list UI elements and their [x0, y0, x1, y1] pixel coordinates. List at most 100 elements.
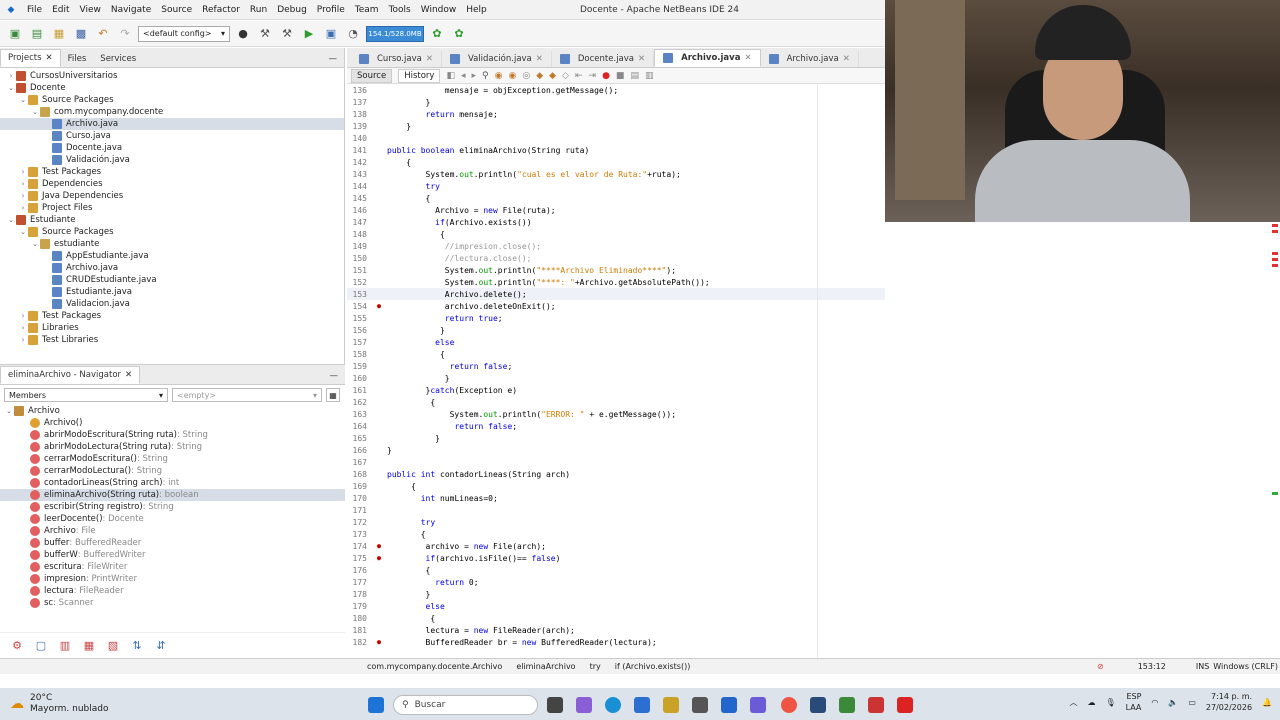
task-view-icon[interactable]: [547, 697, 563, 713]
config-select[interactable]: <default config> ▾: [138, 25, 230, 42]
navigator-member[interactable]: leerDocente() : Docente: [0, 513, 345, 525]
prev-bookmark-icon[interactable]: ◆: [536, 71, 543, 81]
collapse-icon[interactable]: ⌄: [18, 96, 28, 104]
battery-icon[interactable]: ▭: [1188, 698, 1196, 707]
find-prev-icon[interactable]: ◉: [495, 71, 503, 81]
expand-icon[interactable]: ›: [18, 324, 28, 332]
expand-icon[interactable]: ›: [18, 336, 28, 344]
vscode-icon[interactable]: [810, 697, 826, 713]
filter-inner-icon[interactable]: ▦: [80, 637, 98, 655]
new-project-icon[interactable]: ▣: [6, 25, 24, 43]
code-line[interactable]: 158 {: [347, 348, 885, 360]
tree-item[interactable]: Estudiante.java: [0, 286, 344, 298]
gc-icon-2[interactable]: ✿: [450, 25, 468, 43]
code-line[interactable]: 171: [347, 504, 885, 516]
code-line[interactable]: 139 }: [347, 120, 885, 132]
code-line[interactable]: 178 }: [347, 588, 885, 600]
tree-item[interactable]: › Test Packages: [0, 166, 344, 178]
memory-indicator[interactable]: 154.1/528.0MB: [366, 25, 424, 42]
code-line[interactable]: 176 {: [347, 564, 885, 576]
members-select[interactable]: Members ▾: [4, 388, 168, 402]
code-line[interactable]: 168 public int contadorLineas(String arch…: [347, 468, 885, 480]
menu-profile[interactable]: Profile: [312, 5, 350, 15]
code-line[interactable]: 160 }: [347, 372, 885, 384]
navigator-member[interactable]: escribir(String registro) : String: [0, 501, 345, 513]
code-line[interactable]: 143 System.out.println("cual es el valor…: [347, 168, 885, 180]
chevron-up-icon[interactable]: ︿: [1069, 697, 1077, 708]
code-line[interactable]: 182 ● BufferedReader br = new BufferedRea…: [347, 636, 885, 648]
back-icon[interactable]: ◂: [461, 71, 466, 81]
navigator-member[interactable]: cerrarModoLectura() : String: [0, 465, 345, 477]
collapse-icon[interactable]: ⌄: [6, 216, 16, 224]
editor-tab[interactable]: Archivo.java ✕: [761, 51, 859, 67]
toggle-bookmark-icon[interactable]: ◇: [562, 71, 569, 81]
undo-icon[interactable]: ↶: [94, 25, 112, 43]
cloud-icon[interactable]: ☁: [1087, 698, 1095, 707]
tab-files[interactable]: Files: [61, 51, 94, 67]
menu-file[interactable]: File: [22, 5, 47, 15]
close-icon[interactable]: ✕: [46, 53, 53, 63]
code-line[interactable]: 169 {: [347, 480, 885, 492]
sort-source-icon[interactable]: ⇵: [152, 637, 170, 655]
edge-icon[interactable]: [605, 697, 621, 713]
menu-refactor[interactable]: Refactor: [197, 5, 245, 15]
start-icon[interactable]: [368, 697, 384, 713]
expand-icon[interactable]: ›: [18, 204, 28, 212]
language-indicator[interactable]: ESP LAA: [1126, 691, 1142, 713]
breadcrumb-item[interactable]: eliminaArchivo: [516, 662, 575, 671]
breadcrumb-item[interactable]: if (Archivo.exists()): [615, 662, 691, 671]
clean-build-icon[interactable]: ⚒: [278, 25, 296, 43]
filter-fields-icon[interactable]: ⚙: [8, 637, 26, 655]
close-icon[interactable]: ✕: [638, 54, 645, 64]
code-line[interactable]: 166}: [347, 444, 885, 456]
code-line[interactable]: 179 else: [347, 600, 885, 612]
notifications-icon[interactable]: 🔔: [1262, 698, 1272, 707]
editor-tab[interactable]: Archivo.java ✕: [654, 49, 761, 67]
menu-help[interactable]: Help: [461, 5, 492, 15]
minimize-icon[interactable]: —: [323, 368, 346, 384]
filter-nonpublic-icon[interactable]: ▥: [56, 637, 74, 655]
code-line[interactable]: 157 else: [347, 336, 885, 348]
menu-edit[interactable]: Edit: [47, 5, 74, 15]
error-bulb-icon[interactable]: ●: [371, 638, 387, 646]
code-line[interactable]: 167: [347, 456, 885, 468]
code-line[interactable]: 148 {: [347, 228, 885, 240]
file-explorer-icon[interactable]: [663, 697, 679, 713]
last-edit-icon[interactable]: ◧: [446, 71, 455, 81]
code-line[interactable]: 180 {: [347, 612, 885, 624]
code-line[interactable]: 154 ● archivo.deleteOnExit();: [347, 300, 885, 312]
volume-icon[interactable]: 🔈: [1168, 698, 1178, 707]
navigator-root[interactable]: ⌄ Archivo: [0, 405, 345, 417]
tree-item[interactable]: Curso.java: [0, 130, 344, 142]
weather-widget[interactable]: ☁ 20°C Mayorm. nublado: [0, 693, 200, 715]
tree-item[interactable]: › Project Files: [0, 202, 344, 214]
code-line[interactable]: 150 //lectura.close();: [347, 252, 885, 264]
shift-left-icon[interactable]: ⇤: [575, 71, 583, 81]
code-line[interactable]: 170 int numLineas=0;: [347, 492, 885, 504]
sort-icon[interactable]: ⇅: [128, 637, 146, 655]
clock[interactable]: 7:14 p. m. 27/02/2026: [1206, 691, 1252, 713]
code-line[interactable]: 181 lectura = new FileReader(arch);: [347, 624, 885, 636]
code-line[interactable]: 151 System.out.println("****Archivo Elim…: [347, 264, 885, 276]
search-box[interactable]: ⚲ Buscar: [393, 695, 538, 715]
tree-item[interactable]: ⌄ Docente: [0, 82, 344, 94]
expand-icon[interactable]: ›: [6, 72, 16, 80]
notification-icon[interactable]: ⊘: [1097, 662, 1104, 671]
record-macro-icon[interactable]: ●: [602, 71, 610, 81]
close-icon[interactable]: ✕: [536, 54, 543, 64]
code-line[interactable]: 142 {: [347, 156, 885, 168]
tab-projects[interactable]: Projects ✕: [0, 49, 61, 67]
tab-navigator[interactable]: eliminaArchivo - Navigator ✕: [0, 366, 141, 384]
redo-icon[interactable]: ↷: [116, 25, 134, 43]
collapse-icon[interactable]: ⌄: [6, 84, 16, 92]
navigator-member[interactable]: Archivo(): [0, 417, 345, 429]
code-line[interactable]: 147 if(Archivo.exists()): [347, 216, 885, 228]
navigator-member[interactable]: sc : Scanner: [0, 597, 345, 609]
collapse-icon[interactable]: ⌄: [4, 407, 14, 415]
code-line[interactable]: 136 mensaje = objException.getMessage();: [347, 84, 885, 96]
settings-icon[interactable]: [692, 697, 708, 713]
find-next-icon[interactable]: ◉: [508, 71, 516, 81]
code-line[interactable]: 159 return false;: [347, 360, 885, 372]
menu-window[interactable]: Window: [416, 5, 462, 15]
menu-run[interactable]: Run: [245, 5, 272, 15]
